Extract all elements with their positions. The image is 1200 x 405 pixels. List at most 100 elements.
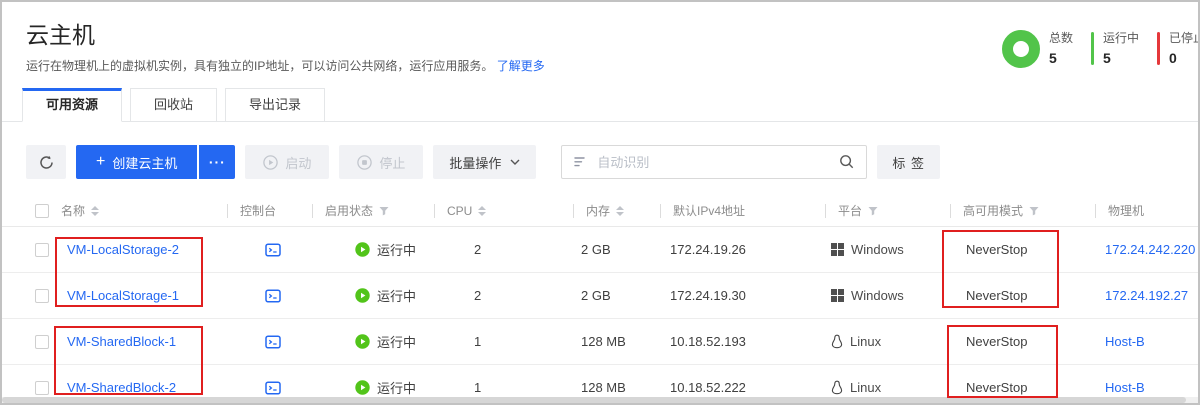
row-checkbox[interactable] <box>35 243 49 257</box>
console-icon[interactable] <box>265 381 281 395</box>
row-checkbox[interactable] <box>35 335 49 349</box>
column-label: 物理机 <box>1108 204 1144 218</box>
status-text: 运行中 <box>377 378 416 397</box>
sort-icon[interactable] <box>616 206 624 216</box>
platform-text: Linux <box>850 334 881 349</box>
stop-button[interactable]: 停止 <box>339 145 423 179</box>
filter-funnel-icon[interactable] <box>379 206 389 216</box>
filter-funnel-icon[interactable] <box>868 206 878 216</box>
physical-host-link[interactable]: Host-B <box>1105 334 1145 349</box>
sort-icon[interactable] <box>91 206 99 216</box>
column-header-platform[interactable]: 平台 <box>825 204 950 218</box>
console-icon[interactable] <box>265 243 281 257</box>
tab-available-resources[interactable]: 可用资源 <box>22 88 122 122</box>
column-header-ipv4: 默认IPv4地址 <box>660 204 825 218</box>
column-label: 内存 <box>586 204 610 218</box>
column-header-console: 控制台 <box>227 204 312 218</box>
stat-running: 运行中 5 <box>1091 29 1139 66</box>
create-vm-button[interactable]: + 创建云主机 <box>76 145 197 179</box>
physical-host-link[interactable]: Host-B <box>1105 380 1145 395</box>
ha-mode-value: NeverStop <box>950 334 1095 349</box>
vm-name-link[interactable]: VM-LocalStorage-2 <box>67 242 179 257</box>
batch-operation-button[interactable]: 批量操作 <box>433 145 536 179</box>
cpu-value: 2 <box>434 242 573 257</box>
refresh-icon <box>39 155 54 170</box>
cpu-value: 1 <box>434 380 573 395</box>
stop-label: 停止 <box>379 153 405 172</box>
running-status-icon <box>355 334 370 349</box>
cloud-vm-console-window: 云主机 运行在物理机上的虚拟机实例，具有独立的IP地址，可以访问公共网络，运行应… <box>0 0 1200 405</box>
running-status-icon <box>355 242 370 257</box>
platform-text: Windows <box>851 242 904 257</box>
status-text: 运行中 <box>377 332 416 351</box>
stat-total-value: 5 <box>1049 50 1073 66</box>
select-all-cell <box>26 204 59 218</box>
more-actions-button[interactable]: ··· <box>199 145 235 179</box>
ipv4-value: 172.24.19.26 <box>660 242 825 257</box>
green-bar-icon <box>1091 32 1094 65</box>
search-box[interactable] <box>561 145 867 179</box>
stat-total: 总数 5 <box>1002 29 1073 68</box>
column-header-ha-mode[interactable]: 高可用模式 <box>950 204 1095 218</box>
ha-mode-value: NeverStop <box>950 288 1095 303</box>
donut-chart-icon <box>1002 30 1040 68</box>
physical-host-link[interactable]: 172.24.192.27 <box>1105 288 1188 303</box>
scrollbar-thumb[interactable] <box>2 397 1186 403</box>
start-label: 启动 <box>285 153 311 172</box>
create-split-button: + 创建云主机 ··· <box>76 145 235 179</box>
tab-recycle-bin[interactable]: 回收站 <box>130 88 217 121</box>
linux-penguin-icon <box>831 334 843 349</box>
stat-running-value: 5 <box>1103 50 1139 66</box>
tab-export-records[interactable]: 导出记录 <box>225 88 325 121</box>
ipv4-value: 10.18.52.193 <box>660 334 825 349</box>
tab-bar: 可用资源 回收站 导出记录 <box>2 88 1198 122</box>
stat-total-label: 总数 <box>1049 29 1073 46</box>
start-button[interactable]: 启动 <box>245 145 329 179</box>
red-bar-icon <box>1157 32 1160 65</box>
memory-value: 128 MB <box>573 334 660 349</box>
column-label: 名称 <box>61 204 85 218</box>
page-description-text: 运行在物理机上的虚拟机实例，具有独立的IP地址，可以访问公共网络，运行应用服务。 <box>26 59 493 73</box>
search-input[interactable] <box>595 154 831 171</box>
column-header-status[interactable]: 启用状态 <box>312 204 434 218</box>
physical-host-link[interactable]: 172.24.242.220 <box>1105 242 1195 257</box>
learn-more-link[interactable]: 了解更多 <box>497 59 545 73</box>
row-checkbox[interactable] <box>35 289 49 303</box>
horizontal-scrollbar[interactable] <box>2 397 1198 403</box>
column-header-name[interactable]: 名称 <box>59 204 227 218</box>
tag-button[interactable]: 标 签 <box>877 145 940 179</box>
stat-running-label: 运行中 <box>1103 29 1139 46</box>
row-checkbox[interactable] <box>35 381 49 395</box>
table-row: VM-LocalStorage-1 运行中 2 2 GB 172.24.19.3… <box>2 273 1198 319</box>
console-icon[interactable] <box>265 289 281 303</box>
create-vm-label: 创建云主机 <box>112 153 177 172</box>
ipv4-value: 10.18.52.222 <box>660 380 825 395</box>
column-header-physical-host: 物理机 <box>1095 204 1198 218</box>
console-icon[interactable] <box>265 335 281 349</box>
platform-text: Linux <box>850 380 881 395</box>
stat-stopped-value: 0 <box>1169 50 1200 66</box>
filter-lines-icon <box>573 156 587 168</box>
sort-icon[interactable] <box>478 206 486 216</box>
plus-icon: + <box>96 154 105 170</box>
chevron-down-icon <box>510 159 520 165</box>
column-label: 启用状态 <box>325 204 373 218</box>
stat-stopped-label: 已停止 <box>1169 29 1200 46</box>
table-header: 名称 控制台 启用状态 CPU 内存 默认IPv4地址 平台 高可用模式 <box>2 196 1198 227</box>
memory-value: 128 MB <box>573 380 660 395</box>
select-all-checkbox[interactable] <box>35 204 49 218</box>
refresh-button[interactable] <box>26 145 66 179</box>
toolbar: + 创建云主机 ··· 启动 停止 批量操作 <box>2 122 1198 179</box>
search-icon[interactable] <box>839 154 855 170</box>
column-header-memory[interactable]: 内存 <box>573 204 660 218</box>
stop-circle-icon <box>357 155 372 170</box>
ipv4-value: 172.24.19.30 <box>660 288 825 303</box>
vm-name-link[interactable]: VM-SharedBlock-1 <box>67 334 176 349</box>
table-row: VM-LocalStorage-2 运行中 2 2 GB 172.24.19.2… <box>2 227 1198 273</box>
filter-funnel-icon[interactable] <box>1029 206 1039 216</box>
table-row: VM-SharedBlock-1 运行中 1 128 MB 10.18.52.1… <box>2 319 1198 365</box>
column-header-cpu[interactable]: CPU <box>434 204 573 218</box>
cpu-value: 2 <box>434 288 573 303</box>
vm-name-link[interactable]: VM-LocalStorage-1 <box>67 288 179 303</box>
vm-name-link[interactable]: VM-SharedBlock-2 <box>67 380 176 395</box>
